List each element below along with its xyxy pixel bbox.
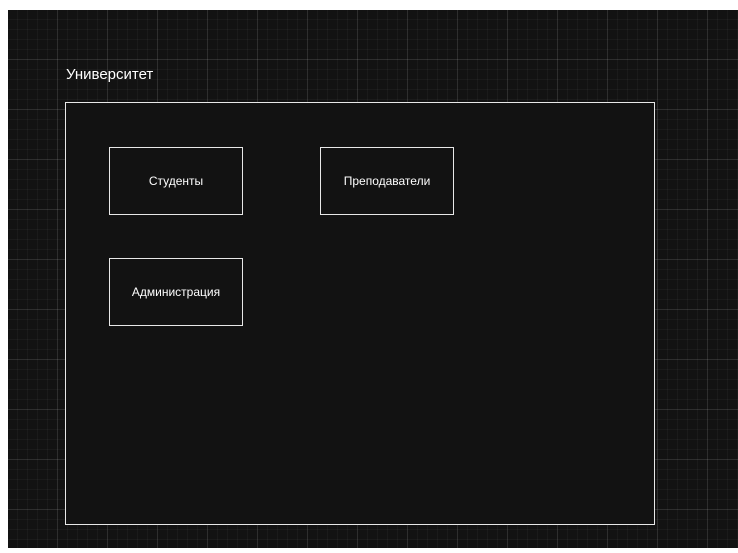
node-teachers-label: Преподаватели (343, 174, 431, 188)
container-label-university: Университет (66, 66, 154, 83)
container-university[interactable]: Студенты Преподаватели Администрация (65, 102, 655, 525)
node-teachers[interactable]: Преподаватели (320, 147, 454, 215)
node-students-label: Студенты (148, 174, 204, 188)
node-administration[interactable]: Администрация (109, 258, 243, 326)
node-administration-label: Администрация (131, 285, 221, 299)
diagram-canvas[interactable]: Университет Студенты Преподаватели Админ… (8, 10, 738, 548)
node-students[interactable]: Студенты (109, 147, 243, 215)
